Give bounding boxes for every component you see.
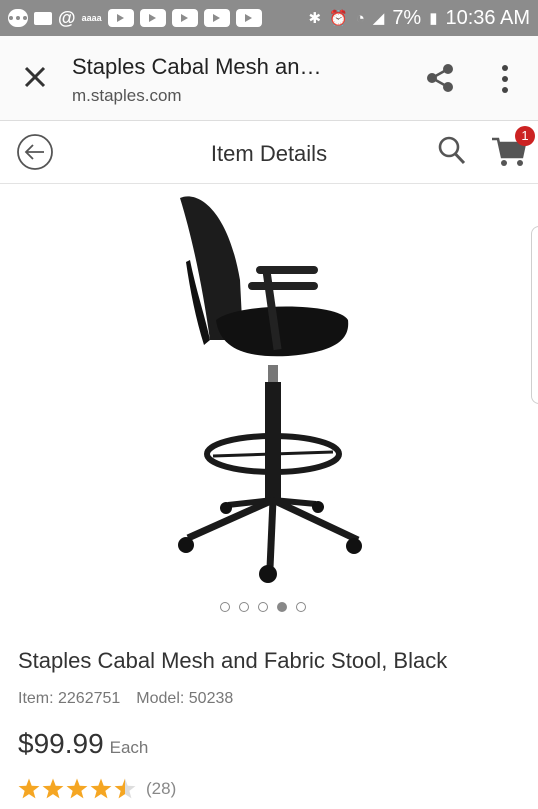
battery-icon: ▮: [429, 10, 438, 27]
side-panel-handle[interactable]: [531, 226, 538, 404]
pager-dot[interactable]: [296, 602, 306, 612]
close-icon[interactable]: [20, 62, 50, 92]
price-row: $99.99 Each: [18, 728, 148, 760]
page-title: Staples Cabal Mesh an…: [72, 54, 322, 79]
mail-icon: [34, 11, 52, 25]
battery-percent: 7%: [392, 6, 422, 29]
youtube-icon: [139, 9, 166, 27]
bluetooth-icon: ✱: [308, 10, 322, 27]
item-number: Item: 2262751: [18, 690, 121, 707]
star-icon: [114, 778, 136, 799]
search-icon[interactable]: [437, 135, 467, 167]
app-notification-icon: aaaa: [81, 13, 102, 23]
star-icon: [90, 778, 112, 799]
wifi-icon: ◔: [355, 9, 365, 27]
price: $99.99: [18, 728, 104, 759]
price-unit: Each: [109, 738, 149, 757]
image-pager: [220, 602, 306, 612]
youtube-icon: [107, 9, 134, 27]
product-name: Staples Cabal Mesh and Fabric Stool, Bla…: [18, 648, 448, 673]
rating-row[interactable]: (28): [18, 778, 176, 800]
pager-dot-active[interactable]: [277, 602, 287, 612]
at-sign-icon: @: [58, 7, 76, 28]
browser-toolbar: Staples Cabal Mesh an… m.staples.com: [0, 36, 538, 121]
youtube-icon: [203, 9, 230, 27]
rating-stars-icon: [18, 778, 136, 799]
more-notifications-icon: [8, 9, 28, 27]
star-icon: [18, 778, 40, 799]
app-header: Item Details: [0, 121, 538, 184]
youtube-icon: [171, 9, 198, 27]
star-icon: [42, 778, 64, 799]
signal-icon: ◢: [372, 10, 385, 27]
review-count[interactable]: (28): [146, 779, 176, 799]
alarm-icon: ⏰: [329, 10, 348, 27]
share-icon[interactable]: [424, 62, 456, 94]
pager-dot[interactable]: [220, 602, 230, 612]
cart-count-badge: 1: [515, 126, 535, 146]
more-options-icon[interactable]: [496, 64, 514, 94]
model-number: Model: 50238: [136, 690, 234, 707]
status-bar: @ aaaa ✱ ⏰ ◔ ◢ 7% ▮ 10:36 AM: [0, 0, 538, 36]
pager-dot[interactable]: [258, 602, 268, 612]
star-icon: [66, 778, 88, 799]
product-meta: Item: 2262751 Model: 50238: [18, 690, 233, 708]
page-url: m.staples.com: [72, 86, 182, 105]
pager-dot[interactable]: [239, 602, 249, 612]
youtube-icon: [235, 9, 262, 27]
clock: 10:36 AM: [445, 6, 530, 29]
product-image[interactable]: [168, 190, 368, 585]
